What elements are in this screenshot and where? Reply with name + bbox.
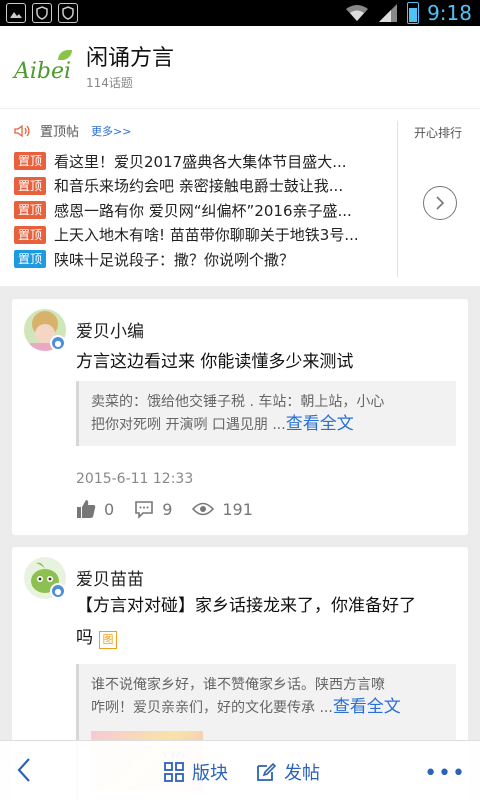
clock: 9:18 <box>427 1 472 25</box>
battery-icon <box>407 2 420 24</box>
gallery-notification-icon <box>6 3 26 23</box>
pinned-title: 看这里！爱贝2017盛典各大集体节目盛大... <box>54 152 347 171</box>
pinned-item[interactable]: 置顶 陕味十足说段子：撒？你说咧个撒？ <box>14 247 394 272</box>
post-title[interactable]: 【方言对对碰】家乡话接龙来了，你准备好了 吗图 <box>76 592 460 652</box>
view-count: 191 <box>222 499 253 519</box>
post-stats: 0 9 191 <box>76 499 273 519</box>
wifi-icon <box>346 5 369 21</box>
pinned-label: 置顶帖 <box>40 125 80 140</box>
post-author[interactable]: 爱贝苗苗 <box>76 565 144 590</box>
ranking-next-button[interactable] <box>423 186 457 220</box>
pinned-list: 置顶 看这里！爱贝2017盛典各大集体节目盛大... 置顶 和音乐来场约会吧 亲… <box>14 149 394 272</box>
pinned-badge: 置顶 <box>14 250 47 269</box>
pinned-title: 陕味十足说段子：撒？你说咧个撒？ <box>54 250 295 269</box>
board-title: 闲诵方言 <box>86 46 175 71</box>
pinned-item[interactable]: 置顶 感恩一路有你 爱贝网“纠偏杯”2016亲子盛... <box>14 198 394 223</box>
more-options-icon[interactable]: ••• <box>424 761 466 786</box>
pinned-item[interactable]: 置顶 看这里！爱贝2017盛典各大集体节目盛大... <box>14 149 394 174</box>
edit-icon <box>257 762 276 781</box>
back-arrow-icon[interactable] <box>14 755 34 785</box>
signal-icon <box>379 4 398 22</box>
verified-user-icon: ● <box>50 583 66 599</box>
pinned-title: 感恩一路有你 爱贝网“纠偏杯”2016亲子盛... <box>54 201 352 220</box>
read-more-link[interactable]: 查看全文 <box>286 414 354 434</box>
pinned-badge: 置顶 <box>14 225 47 244</box>
post-date: 2015-6-11 12:33 <box>76 471 194 487</box>
pinned-badge: 置顶 <box>14 176 47 195</box>
pinned-badge: 置顶 <box>14 152 47 171</box>
post-author[interactable]: 爱贝小编 <box>76 317 144 342</box>
post-title[interactable]: 方言这边看过来 你能读懂多少来测试 <box>76 348 460 376</box>
pinned-item[interactable]: 置顶 上天入地木有啥! 苗苗带你聊聊关于地铁3号... <box>14 223 394 248</box>
shield-notification-icon <box>32 3 52 23</box>
speaker-icon <box>14 124 30 137</box>
pinned-item[interactable]: 置顶 和音乐来场约会吧 亲密接触电爵士鼓让我... <box>14 174 394 199</box>
comment-icon <box>135 501 153 519</box>
pinned-title: 上天入地木有啥! 苗苗带你聊聊关于地铁3号... <box>54 226 359 245</box>
post-label: 发帖 <box>284 763 320 784</box>
like-count: 0 <box>104 499 115 519</box>
verified-user-icon: ● <box>50 335 66 351</box>
like-button[interactable]: 0 <box>76 499 114 519</box>
pinned-title: 和音乐来场约会吧 亲密接触电爵士鼓让我... <box>54 177 344 196</box>
board-label: 版块 <box>192 763 228 784</box>
new-post-button[interactable]: 发帖 <box>256 759 320 785</box>
comment-button[interactable]: 9 <box>134 499 172 519</box>
divider <box>397 121 398 277</box>
chevron-right-icon <box>436 196 445 210</box>
read-more-link[interactable]: 查看全文 <box>333 697 401 717</box>
pinned-posts-section: 置顶帖 更多>> 置顶 看这里！爱贝2017盛典各大集体节目盛大... 置顶 和… <box>0 108 480 286</box>
more-pinned-link[interactable]: 更多>> <box>91 123 131 139</box>
post-excerpt[interactable]: 卖菜的：饿给他交锤子税 . 车站：朝上站，小心 把你对死咧 开演咧 口遇见朋 .… <box>76 381 456 446</box>
topic-count: 114话题 <box>86 76 133 90</box>
thumbs-up-icon <box>77 500 96 518</box>
status-bar: 9:18 <box>0 0 480 26</box>
views: 191 <box>192 500 253 519</box>
grid-icon <box>164 762 184 782</box>
pinned-badge: 置顶 <box>14 201 47 220</box>
ranking-label: 开心排行 <box>414 126 463 140</box>
image-tag-icon: 图 <box>99 631 117 649</box>
comment-count: 9 <box>162 499 173 519</box>
post-card[interactable]: ● 爱贝小编 方言这边看过来 你能读懂多少来测试 卖菜的：饿给他交锤子税 . 车… <box>12 299 468 535</box>
aibei-logo: Aibei <box>14 50 72 86</box>
bottom-toolbar: 版块 发帖 ••• <box>0 740 480 800</box>
shield-notification-icon <box>58 3 78 23</box>
board-header: Aibei 闲诵方言 114话题 <box>0 26 480 108</box>
eye-icon <box>192 502 215 516</box>
board-button[interactable]: 版块 <box>164 759 228 785</box>
